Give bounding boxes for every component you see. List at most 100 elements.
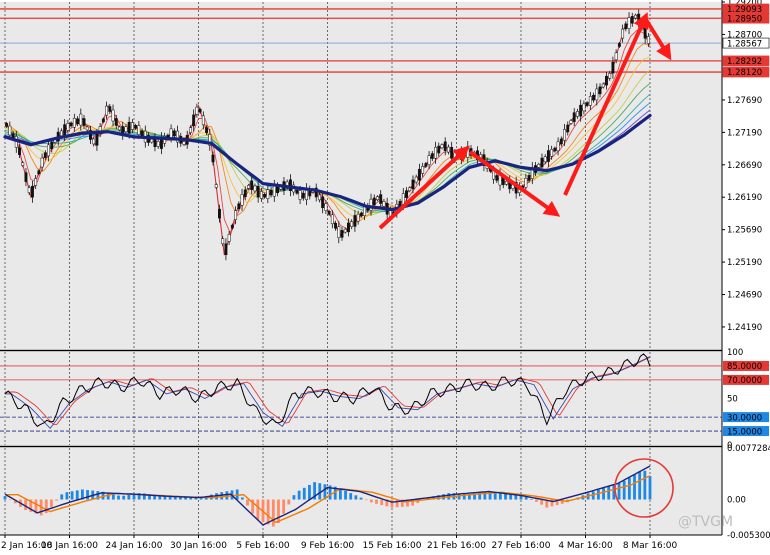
- candle-mark: [211, 154, 215, 163]
- price-tick-label: 1.25190: [727, 258, 762, 268]
- candle-mark: [611, 61, 615, 74]
- candle-mark: [205, 127, 209, 133]
- candle-mark: [330, 214, 334, 225]
- candle-mark: [114, 118, 118, 126]
- macd-histogram-bar: [225, 491, 229, 500]
- chart-window: 1.292001.287001.276901.271901.266901.261…: [0, 0, 770, 555]
- candle-mark: [505, 181, 508, 185]
- macd-histogram-bar: [297, 490, 301, 500]
- candle-mark: [524, 178, 528, 188]
- macd-histogram-bar: [633, 474, 636, 500]
- candle-mark: [37, 170, 41, 175]
- macd-histogram-bar: [86, 490, 89, 500]
- candle-mark: [614, 52, 618, 61]
- candle-mark: [443, 141, 447, 152]
- candle-mark: [247, 185, 250, 189]
- macd-tick-label: 0.00: [727, 496, 746, 506]
- candle-mark: [92, 138, 96, 145]
- candle-mark: [588, 96, 592, 106]
- candle-mark: [414, 176, 418, 183]
- macd-histogram-bar: [106, 493, 110, 500]
- candle-mark: [250, 180, 254, 190]
- macd-histogram-bar: [622, 480, 626, 500]
- macd-histogram-bar: [302, 487, 306, 500]
- candle-mark: [450, 147, 454, 159]
- candle-mark: [47, 144, 50, 157]
- candle-mark: [595, 88, 599, 101]
- candle-mark: [130, 122, 134, 130]
- candle-mark: [105, 105, 109, 116]
- candle-mark: [566, 124, 570, 133]
- macd-histogram-bar: [240, 497, 244, 500]
- candle-mark: [82, 118, 86, 126]
- candle-mark: [69, 122, 73, 127]
- candle-mark: [427, 155, 431, 165]
- candle-mark: [401, 193, 405, 205]
- macd-histogram-bar: [354, 495, 358, 500]
- candle-mark: [59, 130, 63, 137]
- macd-histogram-bar: [597, 489, 600, 500]
- candle-mark: [18, 147, 21, 155]
- osc-tick-label: 50: [727, 395, 738, 405]
- candle-mark: [430, 153, 434, 159]
- candle-mark: [266, 189, 270, 199]
- candle-mark: [140, 130, 144, 137]
- macd-histogram-bar: [266, 499, 270, 525]
- candle-mark: [240, 194, 244, 206]
- candle-mark: [150, 138, 154, 143]
- candle-mark: [417, 168, 421, 181]
- macd-histogram-bar: [122, 495, 126, 500]
- candle-mark: [637, 13, 641, 24]
- candle-mark: [347, 222, 350, 233]
- candle-mark: [50, 141, 54, 150]
- price-level-label: 1.28567: [727, 39, 762, 49]
- macd-histogram-bar: [339, 488, 342, 500]
- candle-mark: [321, 196, 325, 209]
- candle-mark: [627, 17, 631, 29]
- macd-histogram-bar: [643, 470, 647, 500]
- candle-mark: [79, 113, 83, 126]
- candle-mark: [134, 125, 138, 129]
- macd-histogram-bar: [540, 499, 544, 505]
- watermark-text: @TVGM: [678, 514, 733, 530]
- candle-mark: [192, 114, 196, 127]
- price-tick-label: 1.26190: [727, 193, 762, 203]
- price-tick-label: 1.26690: [727, 161, 762, 171]
- macd-histogram-bar: [127, 494, 131, 500]
- candle-mark: [556, 141, 560, 152]
- candle-mark: [269, 189, 273, 196]
- macd-histogram-bar: [55, 499, 58, 501]
- macd-histogram-bar: [70, 491, 74, 500]
- candle-mark: [376, 196, 379, 200]
- macd-histogram-bar: [529, 498, 533, 500]
- candle-mark: [359, 212, 363, 217]
- candle-mark: [569, 120, 573, 124]
- candle-mark: [411, 179, 415, 190]
- candle-mark: [546, 150, 550, 162]
- macd-histogram-bar: [369, 499, 373, 503]
- candle-mark: [446, 146, 450, 153]
- candle-mark: [353, 215, 357, 227]
- candle-mark: [598, 86, 602, 95]
- macd-histogram-bar: [602, 487, 605, 500]
- macd-histogram-bar: [607, 486, 611, 500]
- candle-mark: [227, 234, 231, 242]
- candle-mark: [372, 197, 376, 206]
- candle-mark: [440, 144, 444, 149]
- candle-mark: [256, 185, 260, 198]
- candle-mark: [405, 190, 408, 198]
- macd-histogram-bar: [638, 471, 642, 500]
- candle-mark: [421, 166, 425, 174]
- candle-mark: [334, 223, 338, 229]
- candle-mark: [214, 184, 218, 188]
- macd-histogram-bar: [627, 477, 631, 500]
- macd-histogram-bar: [246, 499, 249, 506]
- macd-histogram-bar: [50, 499, 53, 507]
- macd-histogram-bar: [308, 484, 311, 500]
- osc-level-label: 85.0000: [727, 362, 762, 372]
- candle-mark: [95, 134, 99, 146]
- candle-mark: [540, 157, 544, 168]
- candle-mark: [624, 23, 628, 30]
- candle-mark: [188, 127, 192, 133]
- candle-mark: [324, 203, 328, 211]
